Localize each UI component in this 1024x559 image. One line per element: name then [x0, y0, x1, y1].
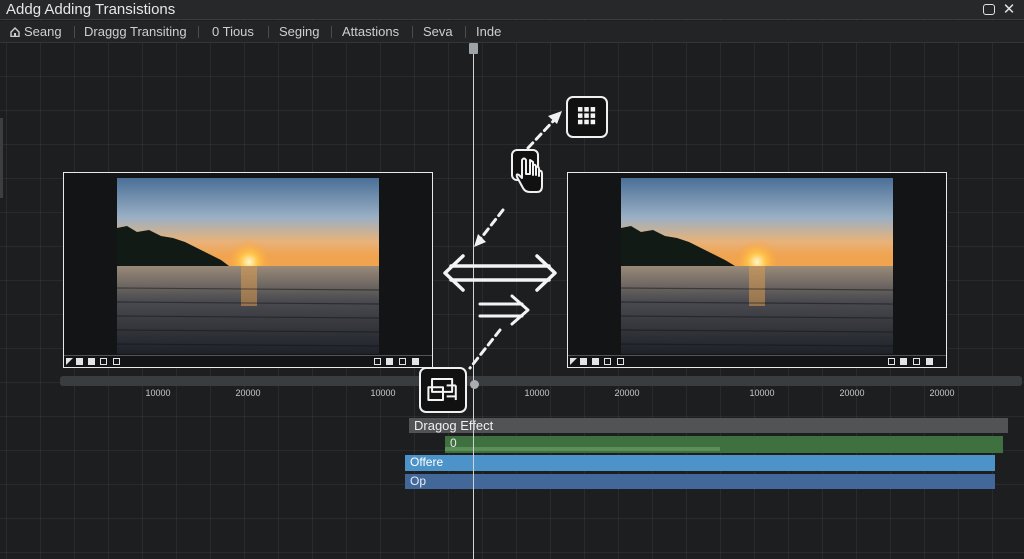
- menu-separator: [268, 26, 269, 38]
- home-icon: [10, 27, 20, 37]
- sunset-thumbnail: [621, 178, 893, 354]
- stop-icon[interactable]: [580, 358, 587, 365]
- crop-icon[interactable]: [100, 358, 107, 365]
- op-track[interactable]: Op: [405, 474, 995, 489]
- track-label: 0: [450, 436, 457, 450]
- more-icon[interactable]: [412, 358, 419, 365]
- target-clip-viewer[interactable]: [567, 172, 947, 368]
- play-icon[interactable]: [570, 358, 577, 365]
- source-clip-viewer[interactable]: [63, 172, 433, 368]
- ruler-tick: 20000: [235, 388, 261, 398]
- playhead-line[interactable]: [473, 43, 474, 559]
- scrubber-knob[interactable]: [470, 380, 479, 389]
- title-bar: Addg Adding Transistions ✕: [0, 0, 1024, 20]
- clip-progress: [445, 447, 720, 451]
- offere-track[interactable]: Offere: [405, 455, 995, 471]
- menu-bar: Seang Draggg Transiting 0 Tious Seging A…: [0, 21, 1024, 43]
- fullscreen-icon[interactable]: [900, 358, 907, 365]
- timeline-ruler[interactable]: [60, 376, 1022, 386]
- menu-separator: [331, 26, 332, 38]
- effect-icon[interactable]: [419, 367, 467, 413]
- menu-separator: [465, 26, 466, 38]
- menu-item-tious[interactable]: 0 Tious: [208, 21, 254, 43]
- green-clip-track[interactable]: 0: [445, 436, 1003, 453]
- play-icon[interactable]: [66, 358, 73, 365]
- columns-icon[interactable]: [374, 358, 381, 365]
- fullscreen-icon[interactable]: [386, 358, 393, 365]
- playhead-handle[interactable]: [469, 43, 478, 54]
- window-title: Addg Adding Transistions: [6, 1, 176, 18]
- ruler-tick: 20000: [839, 388, 865, 398]
- crop-icon[interactable]: [604, 358, 611, 365]
- grid-icon[interactable]: [566, 96, 608, 138]
- window-icon[interactable]: [399, 358, 406, 365]
- frame-icon[interactable]: [88, 358, 95, 365]
- restore-icon[interactable]: [980, 1, 998, 18]
- more-icon[interactable]: [926, 358, 933, 365]
- ruler-tick: 20000: [929, 388, 955, 398]
- menu-separator: [198, 26, 199, 38]
- menu-item-seging[interactable]: Seging: [275, 21, 319, 43]
- panel-edge-handle[interactable]: [0, 118, 3, 198]
- window-icon[interactable]: [913, 358, 920, 365]
- ruler-tick: 10000: [749, 388, 775, 398]
- menu-item-seang[interactable]: Seang: [6, 21, 62, 43]
- columns-icon[interactable]: [888, 358, 895, 365]
- viewer-controls: [64, 355, 432, 367]
- ruler-tick: 10000: [524, 388, 550, 398]
- menu-label: Seang: [24, 24, 62, 39]
- layout-icon[interactable]: [113, 358, 120, 365]
- menu-item-inde[interactable]: Inde: [472, 21, 501, 43]
- viewer-controls: [568, 355, 946, 367]
- layout-icon[interactable]: [617, 358, 624, 365]
- menu-separator: [412, 26, 413, 38]
- hand-pointer-icon: [510, 146, 546, 196]
- menu-item-attastions[interactable]: Attastions: [338, 21, 399, 43]
- frame-icon[interactable]: [592, 358, 599, 365]
- sunset-thumbnail: [117, 178, 379, 354]
- ruler-tick: 10000: [145, 388, 171, 398]
- drag-effect-track[interactable]: Dragog Effect: [409, 418, 1008, 433]
- stop-icon[interactable]: [76, 358, 83, 365]
- close-icon[interactable]: ✕: [1000, 1, 1018, 18]
- right-double-arrow-icon: [478, 294, 530, 326]
- double-arrow-icon: [443, 254, 557, 292]
- ruler-tick: 20000: [614, 388, 640, 398]
- menu-item-dragging-transitions[interactable]: Draggg Transiting: [80, 21, 187, 43]
- menu-item-seva[interactable]: Seva: [419, 21, 453, 43]
- menu-separator: [74, 26, 75, 38]
- ruler-tick: 10000: [370, 388, 396, 398]
